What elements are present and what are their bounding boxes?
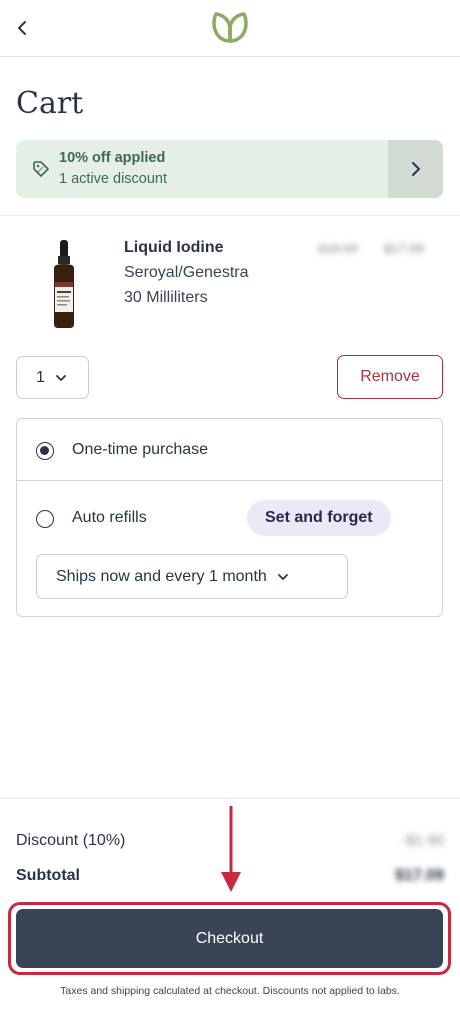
arrow-down-icon: [221, 806, 241, 892]
chevron-left-icon[interactable]: [10, 14, 34, 42]
product-image[interactable]: [40, 238, 88, 330]
discount-banner[interactable]: 10% off applied 1 active discount: [16, 140, 443, 198]
product-size: 30 Milliliters: [124, 289, 208, 306]
original-price: $18.99: [318, 241, 358, 256]
purchase-options: One-time purchase Auto refills Set and f…: [16, 418, 443, 617]
tag-icon: [33, 161, 49, 177]
quantity-value: 1: [36, 368, 45, 386]
frequency-select[interactable]: Ships now and every 1 month: [36, 554, 348, 599]
checkout-button[interactable]: Checkout: [16, 909, 443, 968]
remove-button[interactable]: Remove: [337, 355, 443, 399]
discount-title: 10% off applied: [59, 150, 166, 166]
one-time-radio[interactable]: [36, 442, 54, 460]
auto-refills-label[interactable]: Auto refills: [72, 509, 147, 527]
auto-refills-radio[interactable]: [36, 510, 54, 528]
quantity-select[interactable]: 1: [16, 356, 89, 399]
options-divider: [17, 480, 442, 481]
chevron-down-icon: [277, 573, 288, 580]
page-title: Cart: [16, 86, 84, 121]
divider: [0, 215, 460, 216]
discount-value: -$1.90: [401, 832, 444, 849]
chevron-right-icon[interactable]: [388, 140, 443, 198]
leaf-logo-icon[interactable]: [210, 9, 250, 45]
checkout-note: Taxes and shipping calculated at checkou…: [60, 985, 400, 997]
subtotal-label: Subtotal: [16, 867, 80, 884]
item-price: $17.09: [384, 241, 424, 256]
product-name[interactable]: Liquid Iodine: [124, 239, 224, 257]
frequency-value: Ships now and every 1 month: [56, 567, 267, 585]
discount-label: Discount (10%): [16, 832, 126, 849]
subtotal-value: $17.09: [395, 867, 444, 884]
set-and-forget-badge: Set and forget: [247, 500, 391, 536]
chevron-down-icon: [56, 374, 66, 381]
discount-subtitle: 1 active discount: [59, 171, 168, 187]
product-brand: Seroyal/Genestra: [124, 264, 249, 281]
one-time-label[interactable]: One-time purchase: [72, 441, 208, 459]
top-bar: [0, 0, 460, 57]
